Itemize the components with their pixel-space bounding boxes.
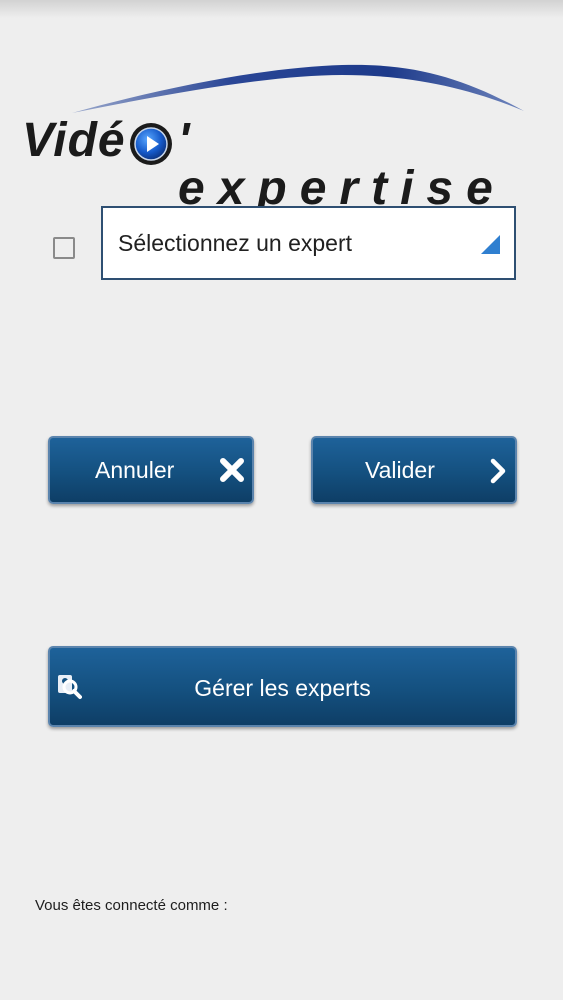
- manage-experts-label: Gérer les experts: [194, 675, 371, 701]
- app-logo: Vidé ' expertise: [22, 55, 547, 213]
- close-icon: [220, 458, 244, 482]
- expert-select-value: Sélectionnez un expert: [118, 230, 352, 256]
- cancel-button[interactable]: Annuler: [48, 436, 254, 504]
- connected-as-text: Vous êtes connecté comme :: [35, 897, 228, 914]
- status-bar-shadow: [0, 0, 563, 18]
- validate-button-label: Valider: [365, 457, 435, 483]
- logo-text-left: Vidé: [22, 114, 126, 167]
- validate-button[interactable]: Valider: [311, 436, 517, 504]
- logo-text-right: ' expertise: [178, 114, 506, 215]
- dropdown-arrow-icon: [481, 235, 500, 254]
- play-icon: [130, 123, 172, 165]
- expert-checkbox[interactable]: [53, 237, 75, 259]
- manage-experts-button[interactable]: Gérer les experts: [48, 646, 517, 727]
- chevron-right-icon: [490, 458, 506, 484]
- cancel-button-label: Annuler: [95, 457, 175, 483]
- expert-select[interactable]: Sélectionnez un expert: [101, 206, 516, 280]
